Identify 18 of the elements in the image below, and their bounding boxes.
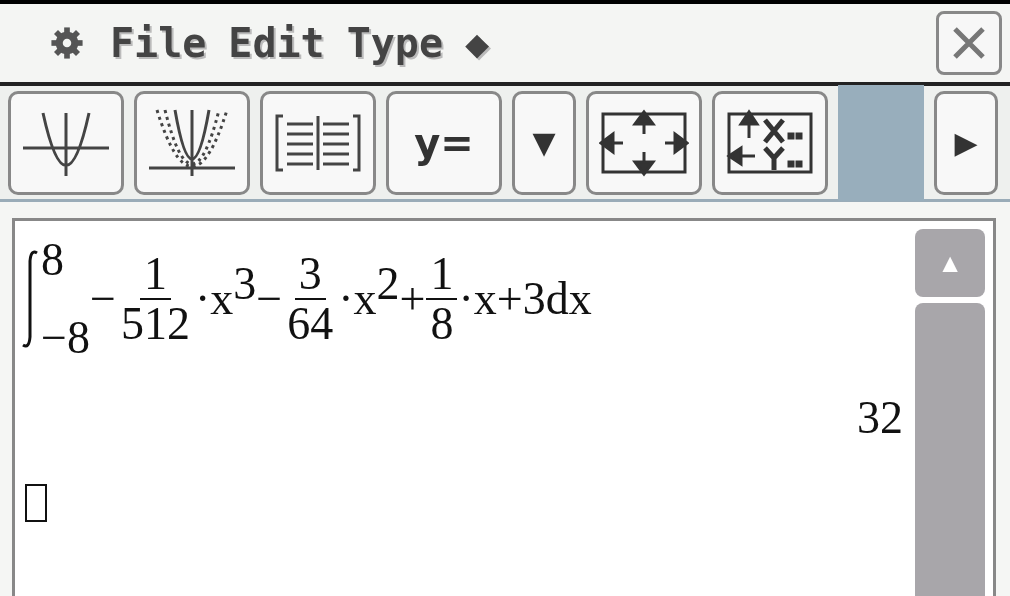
toolbar-button[interactable] <box>134 90 250 195</box>
menu-item[interactable]: Type <box>346 20 443 66</box>
toolbar-button[interactable]: y= <box>386 90 502 195</box>
menu-item[interactable]: Edit <box>228 20 325 66</box>
toolbar-button[interactable]: ▶ <box>934 90 998 195</box>
multi-graph-icon <box>147 107 237 178</box>
close-button[interactable] <box>936 11 1002 75</box>
toolbar-button[interactable] <box>260 90 376 195</box>
result-value: 32 <box>857 391 903 444</box>
menu-item[interactable]: ◆ <box>465 20 490 66</box>
toolbar-button[interactable] <box>586 90 702 195</box>
toolbar-button[interactable] <box>8 90 124 195</box>
toolbar-button[interactable] <box>712 90 828 195</box>
arrows-icon <box>599 107 689 178</box>
menu-item[interactable]: File <box>110 20 207 66</box>
input-cursor[interactable] <box>25 484 47 522</box>
settings-icon[interactable] <box>50 26 84 60</box>
toolbar-button[interactable]: ▼ <box>512 90 576 195</box>
